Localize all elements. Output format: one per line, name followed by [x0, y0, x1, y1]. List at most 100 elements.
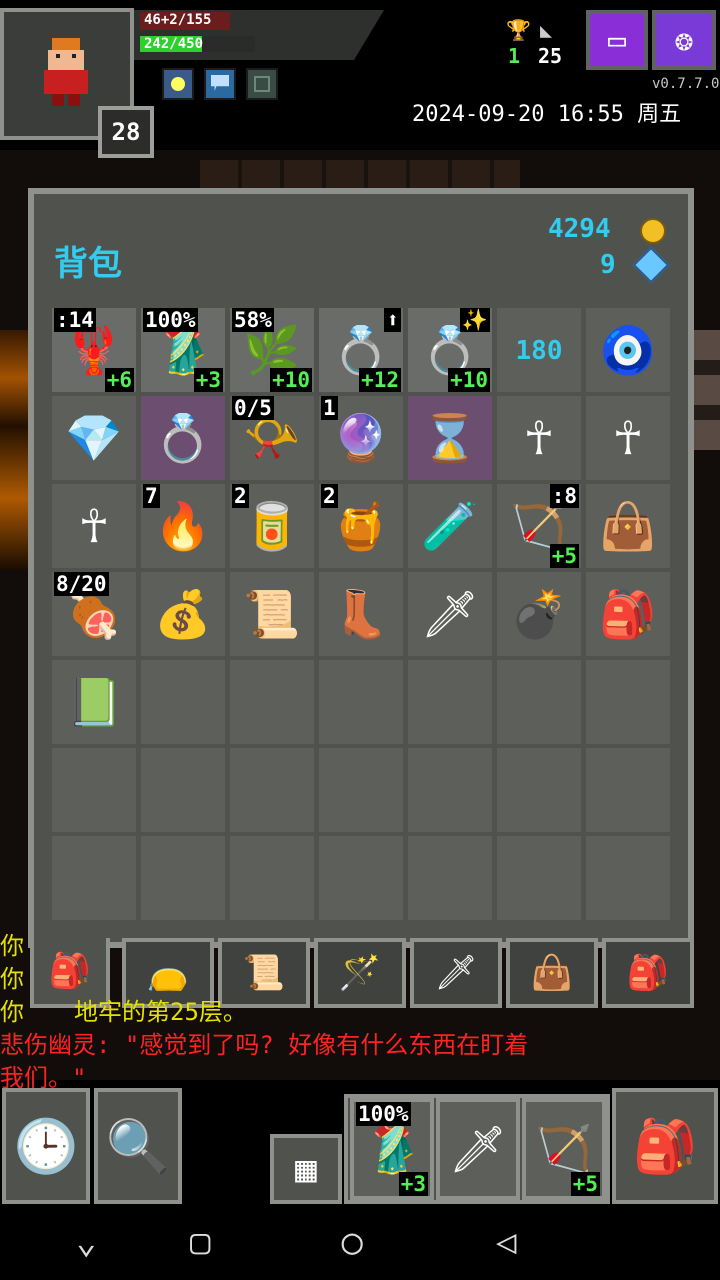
inventory-slot[interactable]: 🌿 58% +10 — [230, 308, 314, 392]
inventory-slot[interactable]: 🧿 — [586, 308, 670, 392]
inventory-slot[interactable]: 🍯 2 — [319, 484, 403, 568]
gold-count: 4294 — [548, 214, 611, 244]
quickslot[interactable]: 🏹 +5 — [522, 1098, 606, 1200]
inventory-slot[interactable]: 💰 — [141, 572, 225, 656]
game-log: 你 你 你地牢的第25层。 悲伤幽灵: "感觉到了吗? 好像有什么东西在盯着 我… — [0, 930, 720, 1095]
item-icon: 💣 — [510, 587, 568, 641]
inventory-slot[interactable]: ☥ — [497, 396, 581, 480]
item-icon: 👢 — [332, 587, 390, 641]
empty-inventory-slot[interactable] — [408, 748, 492, 832]
empty-inventory-slot[interactable] — [319, 836, 403, 920]
status-buff-icon[interactable] — [246, 68, 278, 100]
inventory-slot[interactable]: 📜 — [230, 572, 314, 656]
empty-inventory-slot[interactable] — [230, 748, 314, 832]
item-label-tr: ✨ — [459, 308, 490, 332]
item-icon: ☥ — [525, 411, 553, 465]
item-icon: 🧪 — [421, 499, 479, 553]
menu-button[interactable]: ❂ — [652, 10, 716, 70]
trophy-icon: 🏆 — [506, 18, 531, 42]
game-version: v0.7.7.0 — [652, 76, 720, 92]
empty-inventory-slot[interactable] — [141, 836, 225, 920]
inventory-slot[interactable]: 💣 — [497, 572, 581, 656]
journal-button[interactable]: ▭ — [586, 10, 648, 70]
inventory-slot[interactable]: 📗 — [52, 660, 136, 744]
search-button[interactable]: 🔍 — [94, 1088, 182, 1204]
magnifier-icon: 🔍 — [105, 1116, 171, 1177]
inventory-slot[interactable]: 🗡 — [408, 572, 492, 656]
inventory-button[interactable]: 🎒 — [612, 1088, 718, 1204]
empty-inventory-slot[interactable] — [230, 660, 314, 744]
hero-sprite — [44, 38, 88, 106]
empty-inventory-slot[interactable] — [52, 748, 136, 832]
experience-text: 242/450 — [144, 36, 204, 52]
quickslot-label-br: +3 — [398, 1172, 428, 1196]
empty-inventory-slot[interactable] — [52, 836, 136, 920]
light-buff-icon[interactable] — [162, 68, 194, 100]
inventory-slot[interactable]: 🎒 — [586, 572, 670, 656]
inventory-slot[interactable]: 💍 ✨ +10 — [408, 308, 492, 392]
item-label-br: +10 — [448, 368, 490, 392]
item-icon: 💰 — [154, 587, 212, 641]
inventory-slot[interactable]: ☥ — [586, 396, 670, 480]
item-label-tl: 8/20 — [54, 572, 109, 596]
empty-inventory-slot[interactable] — [230, 836, 314, 920]
inventory-title: 背包 — [54, 244, 122, 284]
quickslot-label-br: +5 — [570, 1172, 600, 1196]
shield-buff-icon[interactable] — [204, 68, 236, 100]
inventory-slot[interactable]: 💍 ⬆ +12 — [319, 308, 403, 392]
inventory-slot[interactable]: 🥻 100% +3 — [141, 308, 225, 392]
home-icon[interactable]: ◯ — [342, 1222, 362, 1262]
inventory-slot[interactable]: 🔮 1 — [319, 396, 403, 480]
empty-inventory-slot[interactable] — [497, 660, 581, 744]
chevron-down-icon[interactable]: ⌄ — [76, 1222, 96, 1262]
empty-inventory-slot[interactable] — [141, 660, 225, 744]
item-icon: ☥ — [80, 499, 108, 553]
inventory-slot[interactable]: 🦞:14 +6 — [52, 308, 136, 392]
item-label-tl: 2 — [321, 484, 338, 508]
inventory-slot[interactable]: 💎 — [52, 396, 136, 480]
empty-inventory-slot[interactable] — [497, 836, 581, 920]
inventory-slot[interactable]: 🥫 2 — [230, 484, 314, 568]
item-icon: 💎 — [65, 411, 123, 465]
inventory-slot[interactable]: ⌛ — [408, 396, 492, 480]
empty-inventory-slot[interactable] — [586, 748, 670, 832]
item-label-mid: 180 — [515, 336, 563, 366]
health-text: 46+2/155 — [144, 12, 212, 28]
inventory-slot[interactable]: 📯 0/5 — [230, 396, 314, 480]
quickslot-swap-button[interactable]: ▦ — [270, 1134, 342, 1204]
empty-inventory-slot[interactable] — [586, 660, 670, 744]
back-icon[interactable]: ◁ — [496, 1222, 516, 1262]
inventory-slot[interactable]: 🧪 — [408, 484, 492, 568]
inventory-slot[interactable]: 🍖 8/20 — [52, 572, 136, 656]
inventory-slot[interactable]: 🏹:8 +5 — [497, 484, 581, 568]
wait-button[interactable]: 🕒 — [2, 1088, 90, 1204]
empty-inventory-slot[interactable] — [408, 660, 492, 744]
recent-apps-icon[interactable]: ▢ — [190, 1222, 210, 1262]
inventory-slot[interactable]: ☥ — [52, 484, 136, 568]
stairs-icon: ◣ — [540, 18, 553, 42]
item-icon: ⌛ — [421, 411, 479, 465]
inventory-slot[interactable]: 180 — [497, 308, 581, 392]
log-line-ghost-dialog: 悲伤幽灵: "感觉到了吗? 好像有什么东西在盯着 — [0, 1031, 529, 1059]
item-label-tl: 0/5 — [232, 396, 274, 420]
item-label-tl: :14 — [54, 308, 96, 332]
log-line: 你 — [0, 932, 24, 960]
inventory-slot[interactable]: 👜 — [586, 484, 670, 568]
empty-inventory-slot[interactable] — [319, 660, 403, 744]
quickslot[interactable]: 🥻 100% +3 — [350, 1098, 434, 1200]
item-icon: 🎒 — [599, 587, 657, 641]
inventory-slot[interactable]: 💍 — [141, 396, 225, 480]
inventory-slot[interactable]: 🔥 7 — [141, 484, 225, 568]
quickslot[interactable]: 🗡 — [436, 1098, 520, 1200]
item-label-tl: 58% — [232, 308, 274, 332]
empty-inventory-slot[interactable] — [586, 836, 670, 920]
empty-inventory-slot[interactable] — [408, 836, 492, 920]
backpack-icon: 🎒 — [632, 1116, 698, 1177]
inventory-slot[interactable]: 👢 — [319, 572, 403, 656]
item-label-tl: 2 — [232, 484, 249, 508]
inventory-grid: 🦞:14 +6 🥻 100% +3 🌿 58% +10 💍 ⬆ +12 💍 ✨ +10 180 🧿 💎 💍 📯 0/5… — [52, 308, 670, 928]
empty-inventory-slot[interactable] — [141, 748, 225, 832]
empty-inventory-slot[interactable] — [497, 748, 581, 832]
empty-inventory-slot[interactable] — [319, 748, 403, 832]
item-icon: 💍 — [154, 411, 212, 465]
